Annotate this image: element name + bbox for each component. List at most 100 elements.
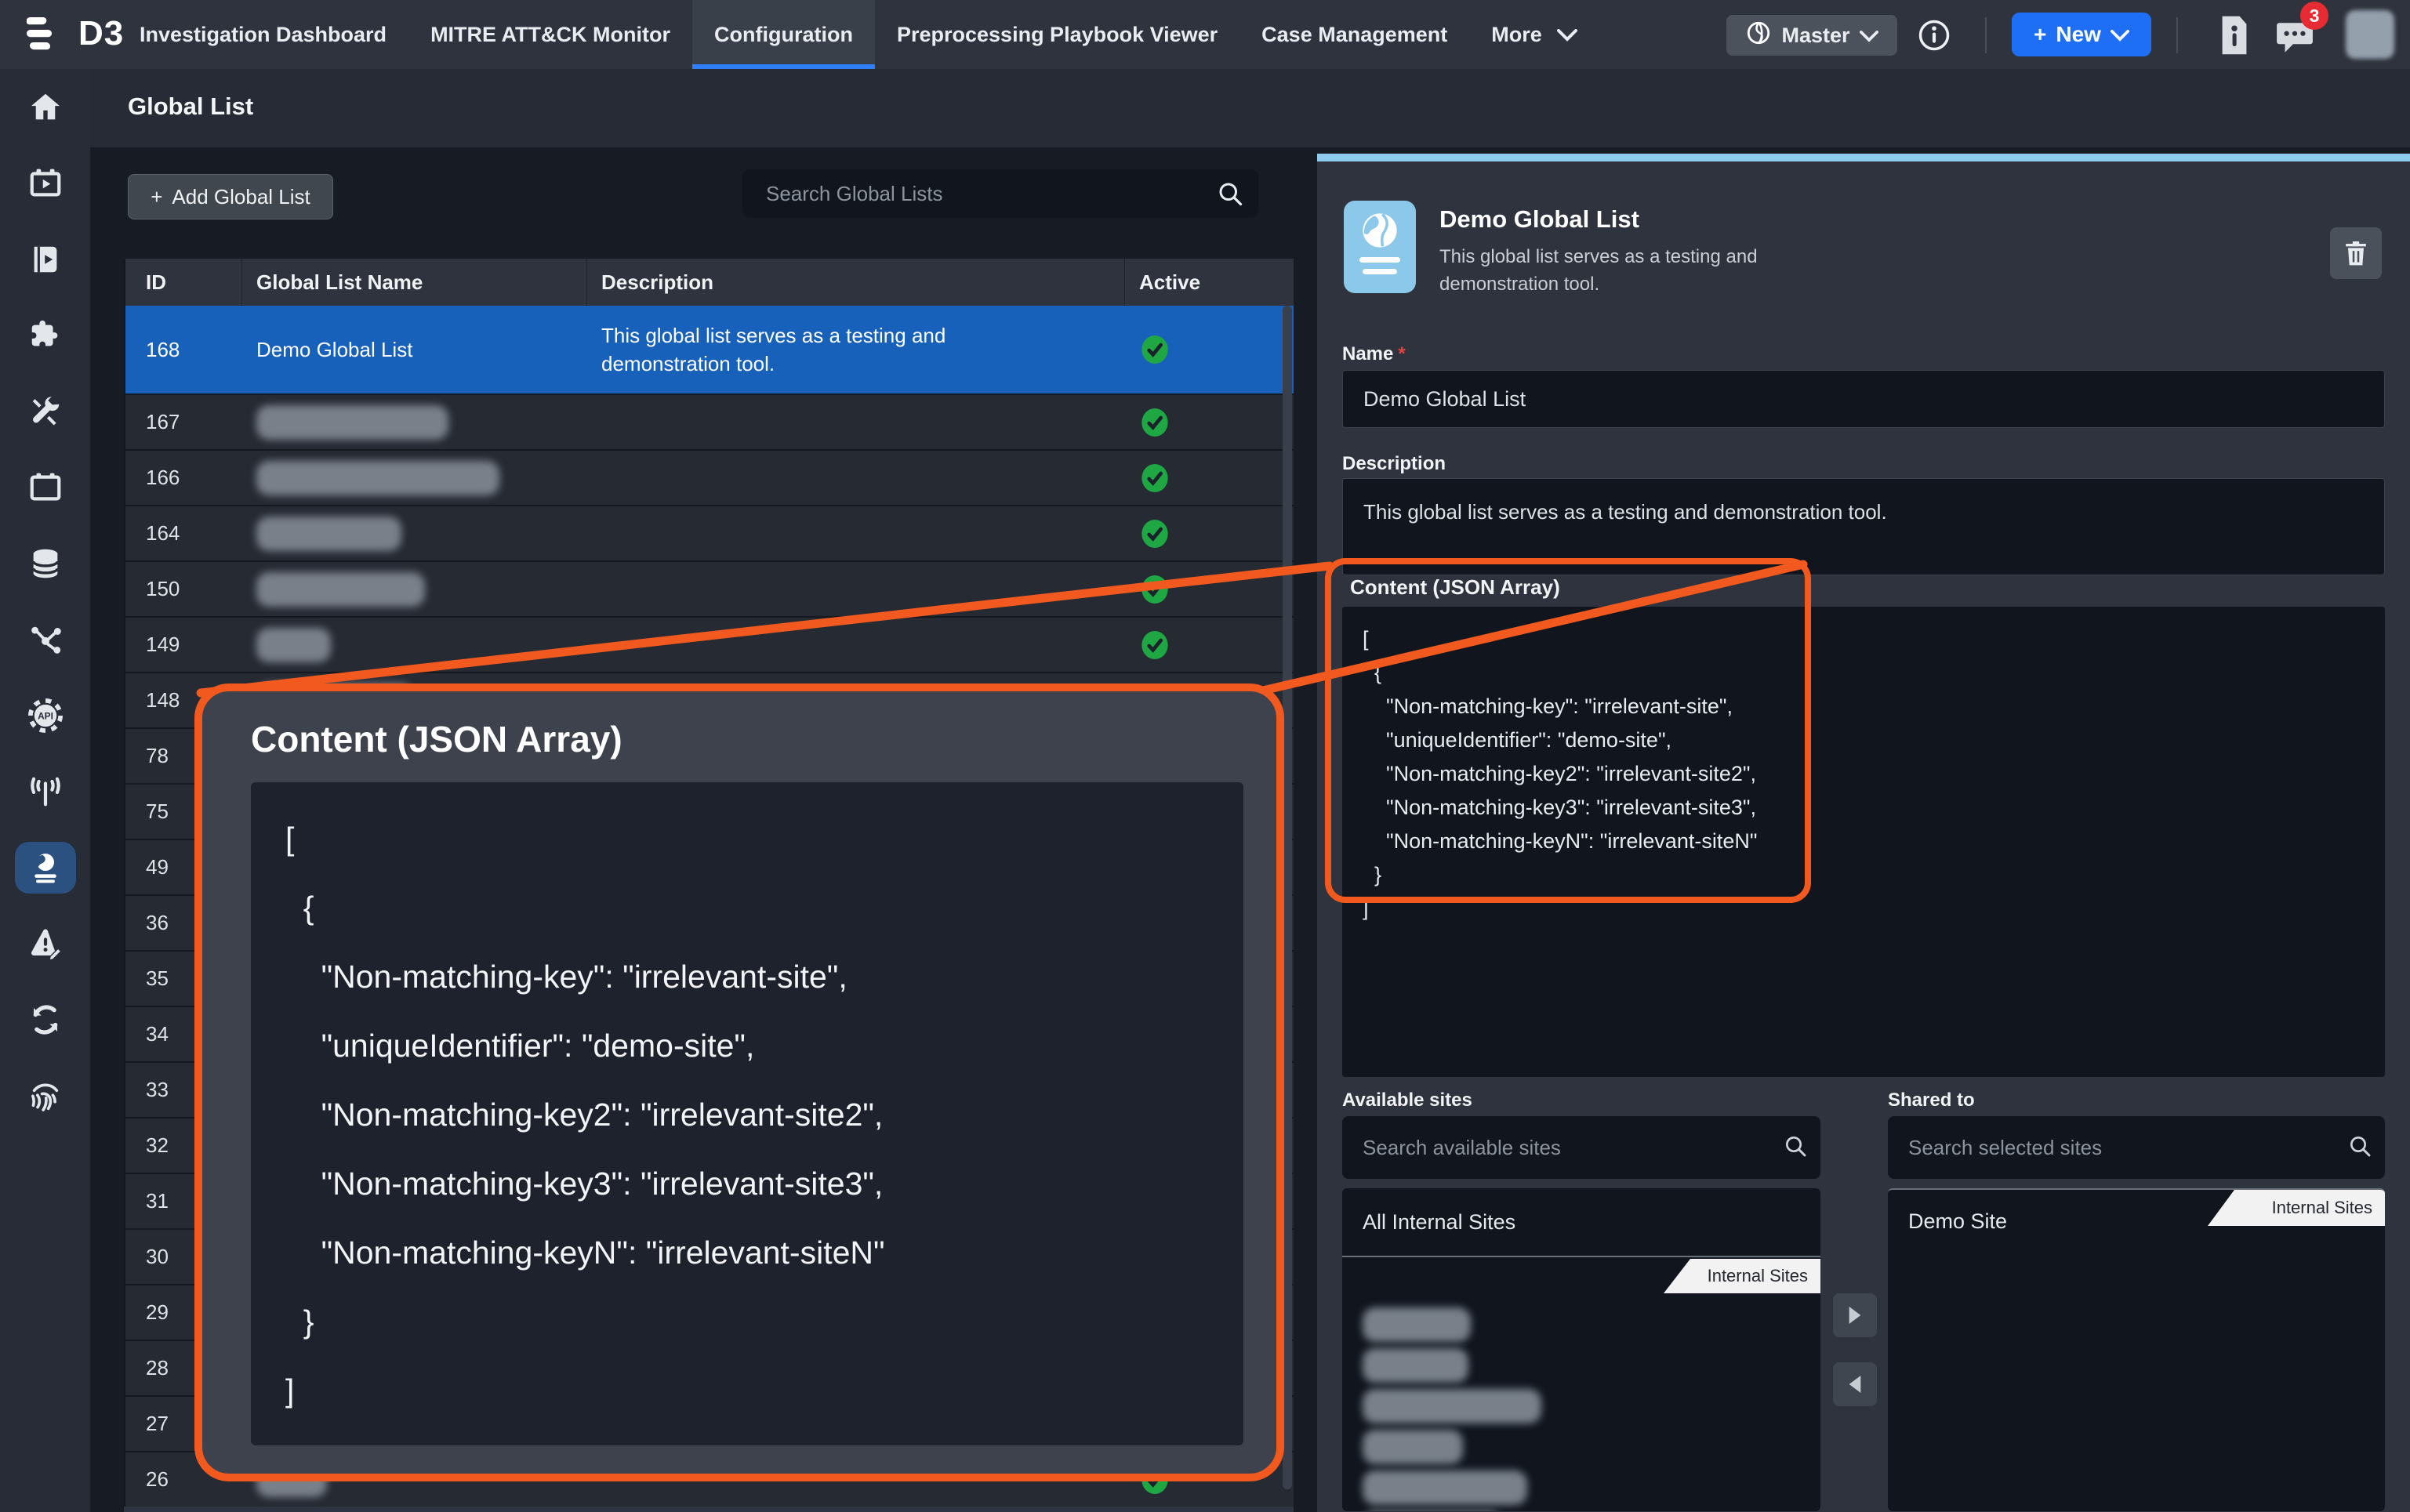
sidebar-item-global-list[interactable] <box>0 829 90 905</box>
shared-sites-list[interactable]: Demo Site Internal Sites <box>1888 1188 2385 1511</box>
globe-icon <box>1359 210 1400 251</box>
nav-more-menu[interactable]: More <box>1469 0 1599 69</box>
row-id: 164 <box>125 506 242 560</box>
description-field[interactable]: This global list serves as a testing and… <box>1342 478 2385 575</box>
page-title: Global List <box>128 92 253 121</box>
callout-code-box: [ { "Non-matching-key": "irrelevant-site… <box>251 782 1243 1445</box>
description-label: Description <box>1342 453 1446 475</box>
table-row[interactable]: 164 <box>125 506 1294 562</box>
share-nodes-icon <box>27 622 64 658</box>
search-icon[interactable] <box>1783 1133 1808 1162</box>
sidebar-item-home[interactable] <box>0 69 90 145</box>
tab-configuration[interactable]: Configuration <box>692 0 875 69</box>
active-check-icon <box>1139 517 1171 550</box>
redacted-site-item[interactable] <box>1363 1430 1463 1464</box>
globe-list-icon <box>28 850 63 885</box>
delete-button[interactable] <box>2330 227 2382 279</box>
sidebar-item-connections[interactable] <box>0 601 90 677</box>
nav-preprocessing-playbook-viewer[interactable]: Preprocessing Playbook Viewer <box>875 0 1239 69</box>
redacted-name-pill <box>256 517 401 551</box>
row-id: 150 <box>125 562 242 616</box>
list-item-all-internal-sites[interactable]: All Internal Sites <box>1342 1188 1820 1256</box>
table-row[interactable]: 149 <box>125 618 1294 673</box>
column-header-name[interactable]: Global List Name <box>242 259 587 306</box>
plus-icon: + <box>2034 22 2046 47</box>
nav-mitre-attck-monitor[interactable]: MITRE ATT&CK Monitor <box>408 0 692 69</box>
top-navigation-bar: D3 Investigation Dashboard MITRE ATT&CK … <box>0 0 2410 69</box>
move-left-button[interactable] <box>1833 1362 1877 1406</box>
row-name <box>242 506 587 560</box>
search-icon[interactable] <box>1216 179 1244 212</box>
environment-selector[interactable]: Master <box>1726 15 1897 56</box>
sidebar-item-api-settings[interactable]: API <box>0 677 90 753</box>
toolbar-divider <box>2176 17 2178 53</box>
home-icon <box>27 89 64 125</box>
info-icon[interactable] <box>1918 19 1951 52</box>
shared-to-label: Shared to <box>1888 1090 1975 1111</box>
release-notes-icon[interactable] <box>2217 14 2252 56</box>
sidebar-item-fingerprint[interactable] <box>0 1057 90 1133</box>
global-list-detail-panel: Demo Global List This global list serves… <box>1317 154 2410 1512</box>
detail-subtitle: This global list serves as a testing and… <box>1439 243 1824 298</box>
sidebar-item-alert-editor[interactable] <box>0 905 90 981</box>
table-row[interactable]: 150 <box>125 562 1294 618</box>
d3-logo[interactable]: D3 <box>27 14 124 53</box>
move-right-button[interactable] <box>1833 1293 1877 1337</box>
alert-edit-icon <box>27 926 64 962</box>
name-field[interactable] <box>1342 370 2385 428</box>
content-label: Content (JSON Array) <box>1350 575 1560 600</box>
shared-search-input[interactable] <box>1888 1116 2385 1179</box>
sidebar-item-data-ingestion[interactable] <box>0 753 90 829</box>
sidebar-item-database[interactable] <box>0 525 90 601</box>
search-icon[interactable] <box>2347 1133 2372 1162</box>
row-active-status <box>1125 395 1295 449</box>
column-header-description[interactable]: Description <box>587 259 1125 306</box>
row-name <box>242 618 587 672</box>
calendar-icon <box>27 470 64 506</box>
redacted-site-item[interactable] <box>1363 1389 1541 1423</box>
nav-investigation-dashboard[interactable]: Investigation Dashboard <box>118 0 408 69</box>
sidebar-item-playbook-library[interactable] <box>0 221 90 297</box>
api-gear-icon: API <box>27 698 64 734</box>
row-description <box>587 618 1125 672</box>
row-active-status <box>1125 506 1295 560</box>
available-sites-label: Available sites <box>1342 1090 1472 1111</box>
sidebar-item-sync[interactable] <box>0 981 90 1057</box>
row-description <box>587 562 1125 616</box>
column-header-id[interactable]: ID <box>125 259 242 306</box>
callout-json-text: [ { "Non-matching-key": "irrelevant-site… <box>251 782 1243 1425</box>
available-search-input[interactable] <box>1342 1116 1820 1179</box>
primary-nav: Investigation Dashboard MITRE ATT&CK Mon… <box>118 0 1599 69</box>
redacted-site-item[interactable] <box>1363 1307 1471 1342</box>
row-name <box>242 395 587 449</box>
database-icon <box>27 546 64 582</box>
redacted-site-item[interactable] <box>1363 1470 1527 1505</box>
callout-title: Content (JSON Array) <box>251 718 622 760</box>
redacted-name-pill <box>256 628 331 662</box>
nav-case-management[interactable]: Case Management <box>1239 0 1469 69</box>
available-sites-search <box>1342 1116 1820 1179</box>
column-header-active[interactable]: Active <box>1125 270 1295 295</box>
content-json-text: [ { "Non-matching-key": "irrelevant-site… <box>1342 607 2385 926</box>
environment-label: Master <box>1781 24 1849 48</box>
table-row[interactable]: 166 <box>125 451 1294 506</box>
new-button[interactable]: + New <box>2012 13 2151 56</box>
table-row[interactable]: 168Demo Global ListThis global list serv… <box>125 306 1294 395</box>
row-active-status <box>1125 562 1295 616</box>
table-row[interactable]: 167 <box>125 395 1294 451</box>
sidebar-item-integrations[interactable] <box>0 297 90 373</box>
redacted-site-item[interactable] <box>1363 1348 1468 1383</box>
search-input[interactable] <box>742 169 1258 218</box>
trash-icon <box>2340 237 2372 270</box>
redacted-name-pill <box>256 405 448 440</box>
available-sites-list[interactable]: All Internal Sites Internal Sites <box>1342 1188 1820 1511</box>
add-global-list-button[interactable]: + Add Global List <box>128 174 333 219</box>
sync-icon <box>27 1002 64 1038</box>
sidebar-item-utility-tools[interactable] <box>0 373 90 449</box>
sidebar-item-event-calendar[interactable] <box>0 449 90 525</box>
user-avatar[interactable] <box>2346 10 2394 59</box>
content-json-field[interactable]: [ { "Non-matching-key": "irrelevant-site… <box>1342 607 2385 1077</box>
row-active-status <box>1125 618 1295 672</box>
sidebar-item-playbook-scheduler[interactable] <box>0 145 90 221</box>
fingerprint-icon <box>27 1078 64 1114</box>
